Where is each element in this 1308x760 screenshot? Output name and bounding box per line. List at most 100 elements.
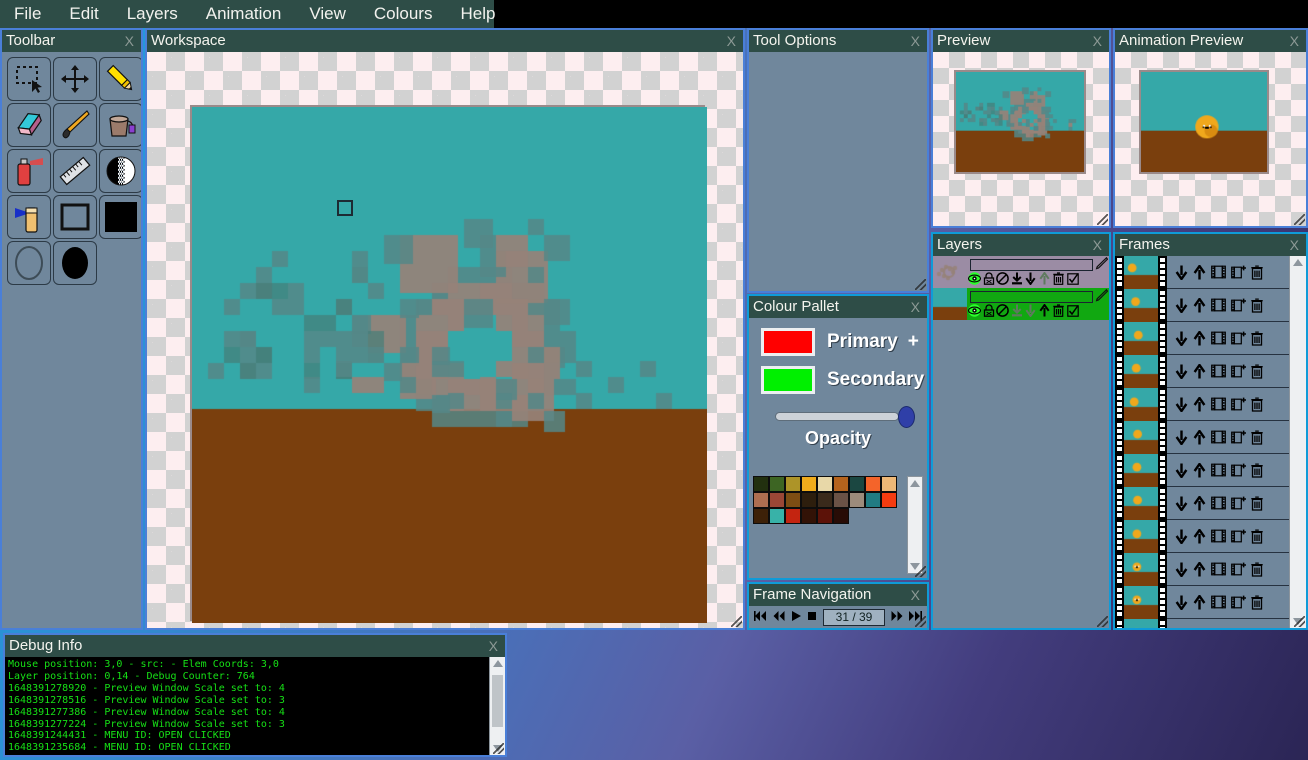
move-frame-up-icon[interactable] [1193,628,1206,629]
palette-swatch[interactable] [833,508,849,524]
tool-paint-bucket[interactable] [99,103,141,147]
preview-titlebar[interactable]: Preview X [933,30,1109,52]
move-frame-up-icon[interactable] [1193,562,1206,577]
delete-frame-icon[interactable] [1251,364,1263,379]
palette-scroll-up-icon[interactable] [910,480,920,487]
palette-swatch[interactable] [881,476,897,492]
move-frame-up-icon[interactable] [1193,463,1206,478]
tool-brush[interactable] [53,103,97,147]
duplicate-frame-icon[interactable] [1211,496,1226,510]
palette-scrollbar[interactable] [907,476,923,574]
menu-help[interactable]: Help [450,2,505,26]
move-frame-up-icon[interactable] [1193,496,1206,511]
palette-swatch[interactable] [817,508,833,524]
delete-frame-icon[interactable] [1251,562,1263,577]
palette-swatch[interactable] [849,492,865,508]
frame-thumbnail[interactable] [1115,520,1167,553]
eye-visible-icon[interactable] [968,272,981,285]
delete-frame-icon[interactable] [1251,496,1263,511]
layer-row[interactable] [933,256,1109,288]
move-frame-up-icon[interactable] [1193,331,1206,346]
tool-rectangle-outline[interactable] [53,195,97,239]
palette-swatch[interactable] [785,476,801,492]
toolbar-close-icon[interactable]: X [122,33,137,49]
palette-swatch[interactable] [849,476,865,492]
menu-edit[interactable]: Edit [59,2,108,26]
palette-swatch[interactable] [753,508,769,524]
duplicate-frame-icon[interactable] [1211,397,1226,411]
palette-swatch[interactable] [769,492,785,508]
merge-down-icon[interactable] [1010,304,1023,317]
tool-rectangle-filled[interactable] [99,195,141,239]
move-frame-up-icon[interactable] [1193,298,1206,313]
frame-row[interactable] [1115,421,1289,454]
checkbox-icon[interactable] [1066,304,1079,317]
palette-swatch[interactable] [801,476,817,492]
palette-swatch[interactable] [785,492,801,508]
frames-scroll-down-icon[interactable] [1293,618,1303,625]
palette-swatch[interactable] [785,508,801,524]
frame-thumbnail[interactable] [1115,487,1167,520]
move-frame-down-icon[interactable] [1175,628,1188,629]
primary-colour-swatch[interactable] [761,328,815,356]
delete-frame-icon[interactable] [1251,265,1263,280]
workspace-close-icon[interactable]: X [724,33,739,49]
add-frame-icon[interactable] [1231,430,1246,444]
delete-frame-icon[interactable] [1251,430,1263,445]
add-frame-icon[interactable] [1231,364,1246,378]
add-frame-icon[interactable] [1231,298,1246,312]
frame-thumbnail[interactable] [1115,421,1167,454]
tool-eraser[interactable] [7,103,51,147]
next-frame-button[interactable] [888,610,906,624]
colour-pallet-titlebar[interactable]: Colour Pallet X [749,296,927,318]
rename-layer-pencil-icon[interactable] [1095,289,1108,302]
add-frame-icon[interactable] [1231,265,1246,279]
layers-titlebar[interactable]: Layers X [933,234,1109,256]
menu-file[interactable]: File [4,2,51,26]
debug-info-close-icon[interactable]: X [486,638,501,654]
skip-to-first-button[interactable] [752,610,770,624]
tool-ellipse-outline[interactable] [7,241,51,285]
debug-scroll-thumb[interactable] [492,675,503,727]
palette-swatch[interactable] [865,476,881,492]
delete-frame-icon[interactable] [1251,595,1263,610]
move-frame-down-icon[interactable] [1175,397,1188,412]
toolbar-titlebar[interactable]: Toolbar X [2,30,141,52]
delete-frame-icon[interactable] [1251,628,1263,629]
palette-swatch[interactable] [801,508,817,524]
eye-visible-icon[interactable] [968,304,981,317]
move-up-icon[interactable] [1038,272,1051,285]
tool-select-rectangle[interactable] [7,57,51,101]
frame-row[interactable] [1115,388,1289,421]
layer-name-input[interactable] [970,259,1093,271]
palette-swatch[interactable] [817,492,833,508]
move-frame-down-icon[interactable] [1175,496,1188,511]
move-frame-up-icon[interactable] [1193,397,1206,412]
frames-scroll-up-icon[interactable] [1293,259,1303,266]
tool-move[interactable] [53,57,97,101]
move-down-icon[interactable] [1024,304,1037,317]
tool-ruler[interactable] [53,149,97,193]
frame-row[interactable] [1115,454,1289,487]
frame-thumbnail[interactable] [1115,619,1167,629]
frame-row[interactable] [1115,619,1289,628]
frame-row[interactable] [1115,355,1289,388]
frame-counter[interactable]: 31 / 39 [823,609,885,626]
frame-thumbnail[interactable] [1115,355,1167,388]
palette-scroll-down-icon[interactable] [910,563,920,570]
debug-info-titlebar[interactable]: Debug Info X [5,635,505,657]
frame-navigation-titlebar[interactable]: Frame Navigation X [749,584,927,606]
add-frame-icon[interactable] [1231,529,1246,543]
opacity-slider[interactable] [775,408,915,424]
frame-row[interactable] [1115,487,1289,520]
move-frame-down-icon[interactable] [1175,562,1188,577]
frame-thumbnail[interactable] [1115,322,1167,355]
frame-row[interactable] [1115,586,1289,619]
delete-frame-icon[interactable] [1251,529,1263,544]
duplicate-frame-icon[interactable] [1211,298,1226,312]
move-frame-down-icon[interactable] [1175,331,1188,346]
palette-swatch[interactable] [833,492,849,508]
add-frame-icon[interactable] [1231,562,1246,576]
checkbox-icon[interactable] [1066,272,1079,285]
palette-swatch[interactable] [753,492,769,508]
